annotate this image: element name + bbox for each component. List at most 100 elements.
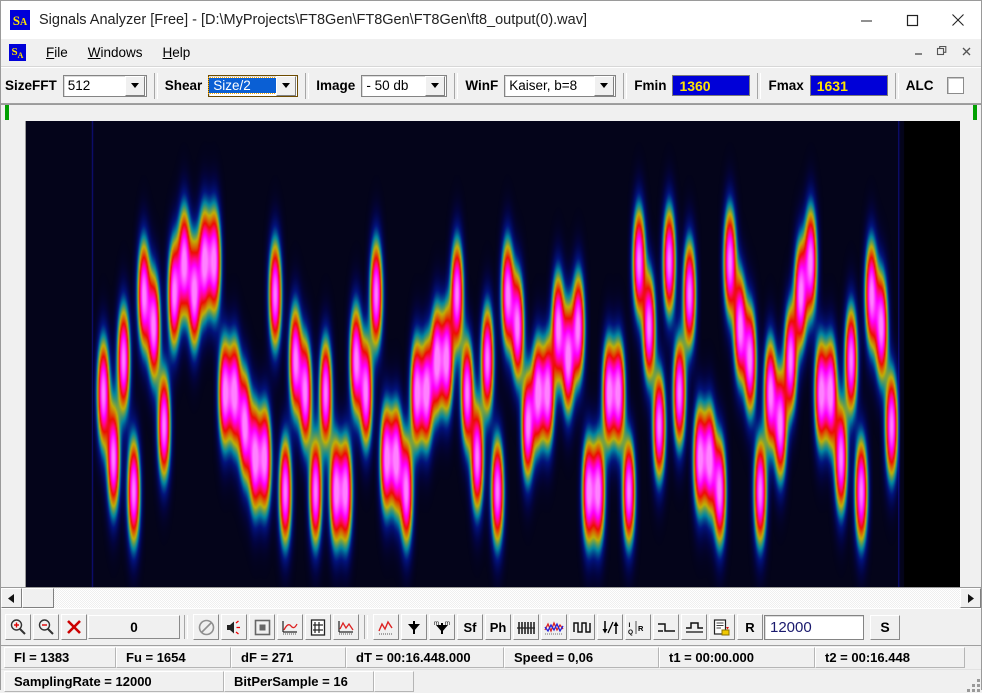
toolbar-separator	[153, 72, 158, 99]
spectrogram-canvas[interactable]	[26, 121, 960, 587]
waveform-icon[interactable]	[541, 614, 567, 640]
status-t1: t1 = 00:00.000	[659, 647, 815, 668]
status-bar-row-1: Fl = 1383 Fu = 1654 dF = 271 dT = 00:16.…	[1, 646, 981, 669]
close-button[interactable]	[935, 1, 981, 39]
scrollbar-track[interactable]	[22, 588, 960, 608]
horizontal-scrollbar[interactable]	[1, 587, 981, 608]
winf-value: Kaiser, b=8	[509, 78, 578, 93]
toolbar-separator	[623, 72, 628, 99]
record-label: R	[745, 619, 755, 635]
counter-field[interactable]: 0	[88, 615, 180, 639]
icon-letter-a: A	[20, 17, 28, 28]
application-window: S A Signals Analyzer [Free] - [D:\MyProj…	[0, 0, 982, 693]
svg-text:R: R	[638, 624, 644, 633]
mdi-close-button[interactable]	[955, 41, 977, 61]
sizefft-value: 512	[67, 78, 91, 93]
no-entry-icon[interactable]	[193, 614, 219, 640]
envelope-plot-icon[interactable]	[277, 614, 303, 640]
zoom-out-icon[interactable]	[33, 614, 59, 640]
icon-toolbar-separator	[364, 615, 368, 639]
stop-button[interactable]: S	[870, 614, 900, 640]
comb-icon[interactable]	[513, 614, 539, 640]
save-doc-icon[interactable]	[709, 614, 735, 640]
image-combobox[interactable]: - 50 db	[361, 74, 448, 97]
spectrogram-viewport[interactable]	[25, 121, 960, 587]
updown-arrow-icon[interactable]	[597, 614, 623, 640]
shear-value: Size/2	[208, 77, 278, 94]
document-icon[interactable]: S A	[9, 44, 26, 61]
scroll-left-icon[interactable]	[1, 588, 22, 608]
fmax-input[interactable]: 1631	[809, 75, 888, 96]
status-fl: Fl = 1383	[4, 647, 116, 668]
menu-bar: S A File Windows Help	[1, 39, 981, 67]
end-marker[interactable]	[973, 105, 977, 120]
shear-combobox[interactable]: Size/2	[208, 74, 299, 97]
sf-icon[interactable]: Sf	[457, 614, 483, 640]
grid-page-icon[interactable]	[305, 614, 331, 640]
down-arrow-icon[interactable]	[401, 614, 427, 640]
winf-label: WinF	[465, 78, 499, 93]
minimize-button[interactable]	[843, 1, 889, 39]
ph-label: Ph	[489, 619, 507, 635]
icon-toolbar: 0 mm Sf Ph I Q R R 12000 S	[1, 608, 981, 646]
status-bar-row-2: SamplingRate = 12000 BitPerSample = 16	[1, 669, 981, 693]
clear-x-icon[interactable]	[61, 614, 87, 640]
resize-grip[interactable]	[963, 675, 981, 693]
toolbar-separator	[305, 72, 310, 99]
menu-label-windows-rest: indows	[100, 45, 143, 60]
mdi-minimize-button[interactable]	[907, 41, 929, 61]
status-dt: dT = 00:16.448.000	[346, 647, 504, 668]
alc-label: ALC	[905, 78, 934, 93]
signal-plot-icon[interactable]	[333, 614, 359, 640]
image-label: Image	[316, 78, 356, 93]
maximize-button[interactable]	[889, 1, 935, 39]
ph-icon[interactable]: Ph	[485, 614, 511, 640]
status-bit-per-sample: BitPerSample = 16	[224, 671, 374, 692]
start-marker[interactable]	[5, 105, 9, 120]
svg-text:Q: Q	[628, 629, 633, 636]
record-button[interactable]: R	[737, 614, 763, 640]
speaker-icon[interactable]	[221, 614, 247, 640]
toolbar-separator	[894, 72, 899, 99]
mdi-restore-button[interactable]	[931, 41, 953, 61]
chevron-down-icon[interactable]	[425, 75, 446, 96]
icon-letter-s: S	[12, 12, 20, 28]
spectrogram-area	[1, 104, 981, 587]
fmin-label: Fmin	[634, 78, 667, 93]
fmin-input[interactable]: 1360	[672, 75, 751, 96]
signals-analyzer-icon: S A	[10, 10, 30, 30]
mdi-icon-letter-a: A	[17, 51, 24, 60]
scroll-thumb[interactable]	[22, 588, 54, 608]
pulse-icon[interactable]	[569, 614, 595, 640]
shear-label: Shear	[164, 78, 203, 93]
scroll-right-icon[interactable]	[960, 588, 981, 608]
chevron-down-icon[interactable]	[124, 75, 145, 96]
sizefft-combobox[interactable]: 512	[62, 74, 147, 97]
left-gutter	[1, 121, 19, 587]
red-trace-icon[interactable]	[373, 614, 399, 640]
mwm-arrow-icon[interactable]: mm	[429, 614, 455, 640]
parameter-toolbar: SizeFFT 512 Shear Size/2 Image - 50 db W…	[1, 67, 981, 104]
sampling-rate-input[interactable]: 12000	[764, 614, 864, 640]
chevron-down-icon[interactable]	[594, 75, 615, 96]
menu-item-help[interactable]: Help	[153, 42, 201, 63]
square-select-icon[interactable]	[249, 614, 275, 640]
toolbar-separator	[757, 72, 762, 99]
window-title: Signals Analyzer [Free] - [D:\MyProjects…	[39, 12, 587, 28]
chevron-down-icon[interactable]	[276, 75, 297, 96]
zoom-in-icon[interactable]	[5, 614, 31, 640]
status-empty	[374, 671, 414, 692]
step-flat-icon[interactable]	[681, 614, 707, 640]
alc-checkbox[interactable]	[947, 77, 965, 94]
status-df: dF = 271	[231, 647, 346, 668]
time-ruler	[1, 105, 981, 121]
svg-text:I: I	[629, 622, 631, 629]
winf-combobox[interactable]: Kaiser, b=8	[504, 74, 617, 97]
menu-item-file[interactable]: File	[36, 42, 78, 63]
status-speed: Speed = 0,06	[504, 647, 659, 668]
step-down-icon[interactable]	[653, 614, 679, 640]
iqr-icon[interactable]: IQR	[625, 614, 651, 640]
window-controls	[843, 1, 981, 39]
fmax-label: Fmax	[768, 78, 804, 93]
menu-item-windows[interactable]: Windows	[78, 42, 153, 63]
